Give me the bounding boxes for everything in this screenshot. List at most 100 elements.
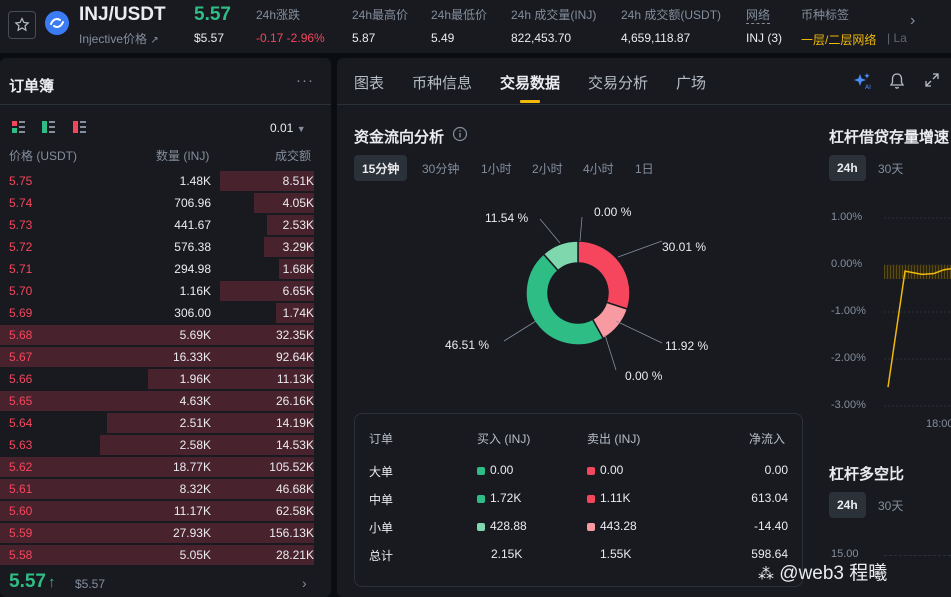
external-link-icon: ↗ xyxy=(150,35,159,46)
stat-label-network[interactable]: 网络 xyxy=(746,6,771,24)
watermark-text: @web3 程曦 xyxy=(779,563,888,584)
orderbook-ask-row[interactable]: 5.73 441.67 2.53K xyxy=(0,214,331,236)
orderbook-ask-row[interactable]: 5.75 1.48K 8.51K xyxy=(0,170,331,192)
donut-slice[interactable] xyxy=(525,253,605,346)
orderbook-total: 6.65K xyxy=(282,284,314,298)
fund-flow-row-sell: 0.00 xyxy=(587,463,623,477)
leverage-ratio-period-24h[interactable]: 24h xyxy=(829,492,866,518)
orderbook-qty: 5.05K xyxy=(179,548,211,562)
orderbook-bids-view-icon[interactable] xyxy=(42,121,55,133)
orderbook-ask-row[interactable]: 5.64 2.51K 14.19K xyxy=(0,412,331,434)
period-30m[interactable]: 30分钟 xyxy=(414,155,467,181)
expand-icon[interactable] xyxy=(924,72,940,88)
depth-bar xyxy=(0,391,314,411)
period-2h[interactable]: 2小时 xyxy=(524,155,571,181)
orderbook-panel: 订单簿 ··· 0.01 ▼ 价格 (USDT) 数量 (INJ) 成交额 5.… xyxy=(0,58,331,597)
leverage-ratio-period-30d[interactable]: 30天 xyxy=(870,492,911,518)
orderbook-ask-row[interactable]: 5.72 576.38 3.29K xyxy=(0,236,331,258)
leverage-borrow-grid xyxy=(884,217,951,407)
fund-flow-row-name: 中单 xyxy=(369,491,393,508)
legend-square-icon xyxy=(587,467,595,475)
orderbook-price: 5.59 xyxy=(9,526,33,540)
orderbook-ask-row[interactable]: 5.69 306.00 1.74K xyxy=(0,302,331,324)
stat-value-coin-tags[interactable]: 一层/二层网络 xyxy=(801,31,876,48)
orderbook-both-view-icon[interactable] xyxy=(12,121,25,133)
favorite-star-button[interactable] xyxy=(8,11,36,39)
orderbook-ask-row[interactable]: 5.62 18.77K 105.52K xyxy=(0,456,331,478)
fund-flow-row-buy: 2.15K xyxy=(491,547,522,561)
orderbook-ask-row[interactable]: 5.65 4.63K 26.16K xyxy=(0,390,331,412)
orderbook-divider xyxy=(0,104,331,105)
orderbook-ask-row[interactable]: 5.60 11.17K 62.58K xyxy=(0,500,331,522)
orderbook-more-chevron-icon[interactable]: › xyxy=(302,575,307,591)
active-tab-indicator xyxy=(520,100,540,103)
leverage-borrow-y-tick: 1.00% xyxy=(831,211,863,223)
donut-label-sell-small: 11.92 % xyxy=(665,339,709,353)
depth-bar xyxy=(0,479,314,499)
fund-flow-col-net: 净流入 xyxy=(749,432,786,446)
fund-flow-row-name-text: 中单 xyxy=(369,493,394,507)
donut-slice[interactable] xyxy=(577,240,631,311)
orderbook-total: 92.64K xyxy=(275,350,314,364)
orderbook-total: 1.68K xyxy=(282,262,314,276)
depth-bar xyxy=(0,325,314,345)
leverage-borrow-period-24h[interactable]: 24h xyxy=(829,155,866,181)
stat-label-24h-volume: 24h 成交量(INJ) xyxy=(511,8,597,22)
stat-value-network[interactable]: INJ (3) xyxy=(746,31,782,45)
fund-flow-row-name-text: 总计 xyxy=(369,549,394,563)
tab-trading-data[interactable]: 交易数据 xyxy=(500,72,560,93)
last-price: 5.57 xyxy=(194,4,231,25)
orderbook-price: 5.68 xyxy=(9,328,33,342)
orderbook-price: 5.69 xyxy=(9,306,33,320)
fund-flow-col-sell: 卖出 (INJ) xyxy=(587,432,641,446)
info-icon[interactable] xyxy=(452,126,468,142)
fund-flow-row-name-text: 大单 xyxy=(369,465,394,479)
fund-flow-row-net: 613.04 xyxy=(751,491,788,505)
orderbook-ask-row[interactable]: 5.61 8.32K 46.68K xyxy=(0,478,331,500)
orderbook-ask-row[interactable]: 5.68 5.69K 32.35K xyxy=(0,324,331,346)
coin-price-link[interactable]: Injective价格 ↗ xyxy=(79,30,159,47)
orderbook-ask-row[interactable]: 5.67 16.33K 92.64K xyxy=(0,346,331,368)
orderbook-ask-row[interactable]: 5.71 294.98 1.68K xyxy=(0,258,331,280)
period-4h[interactable]: 4小时 xyxy=(575,155,622,181)
orderbook-qty: 16.33K xyxy=(172,350,211,364)
stat-value-coin-tags-more[interactable]: | La xyxy=(887,31,907,45)
fund-flow-col-order: 订单 xyxy=(369,432,394,446)
orderbook-ask-row[interactable]: 5.59 27.93K 156.13K xyxy=(0,522,331,544)
bell-icon[interactable] xyxy=(889,72,905,90)
orderbook-ask-row[interactable]: 5.70 1.16K 6.65K xyxy=(0,280,331,302)
period-1d[interactable]: 1日 xyxy=(627,155,662,181)
fund-flow-table xyxy=(354,413,803,587)
leverage-borrow-y-tick: -3.00% xyxy=(831,399,866,411)
legend-square-icon xyxy=(477,523,485,531)
orderbook-precision-select[interactable]: 0.01 ▼ xyxy=(270,121,306,135)
orderbook-ask-row[interactable]: 5.74 706.96 4.05K xyxy=(0,192,331,214)
orderbook-total: 156.13K xyxy=(269,526,314,540)
orderbook-total: 14.19K xyxy=(275,416,314,430)
leverage-borrow-line-chart xyxy=(884,217,951,407)
header-scroll-right-icon[interactable]: › xyxy=(910,12,915,30)
stat-value-24h-low: 5.49 xyxy=(431,31,455,45)
tab-square[interactable]: 广场 xyxy=(676,72,706,93)
depth-bar xyxy=(0,523,314,543)
leverage-borrow-period-30d[interactable]: 30天 xyxy=(870,155,911,181)
period-1h[interactable]: 1小时 xyxy=(473,155,520,181)
tab-chart[interactable]: 图表 xyxy=(354,72,384,93)
orderbook-ask-row[interactable]: 5.63 2.58K 14.53K xyxy=(0,434,331,456)
ai-sparkle-icon[interactable]: AI xyxy=(853,72,873,90)
orderbook-price: 5.60 xyxy=(9,504,33,518)
orderbook-col-total: 成交额 xyxy=(275,149,312,163)
orderbook-more-icon[interactable]: ··· xyxy=(296,72,314,89)
orderbook-total: 32.35K xyxy=(275,328,314,342)
pair-name[interactable]: INJ/USDT xyxy=(79,4,166,26)
leverage-borrow-growth-title: 杠杆借贷存量增速 xyxy=(829,129,950,146)
watermark: ⁂ @web3 程曦 xyxy=(758,558,887,585)
orderbook-ask-row[interactable]: 5.66 1.96K 11.13K xyxy=(0,368,331,390)
tab-coin-info[interactable]: 币种信息 xyxy=(412,72,472,93)
orderbook-price: 5.65 xyxy=(9,394,33,408)
stat-label-coin-tags: 币种标签 xyxy=(801,8,850,22)
orderbook-asks-view-icon[interactable] xyxy=(73,121,86,133)
tab-trading-analysis[interactable]: 交易分析 xyxy=(588,72,648,93)
period-15m[interactable]: 15分钟 xyxy=(354,155,408,181)
orderbook-ask-row[interactable]: 5.58 5.05K 28.21K xyxy=(0,544,331,566)
